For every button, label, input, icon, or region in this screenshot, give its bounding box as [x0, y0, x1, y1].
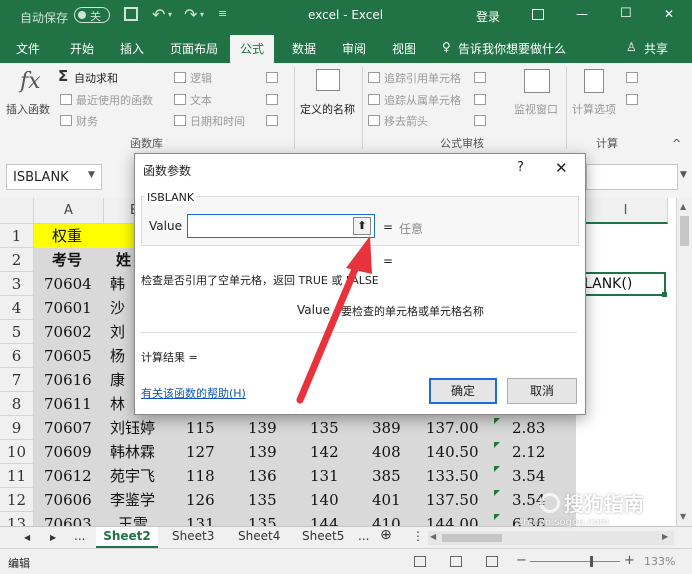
normal-view-icon[interactable]	[414, 556, 426, 567]
zoom-level[interactable]: 133%	[644, 555, 675, 568]
zoom-slider-knob[interactable]	[590, 556, 593, 567]
watermark-url: zhinan.sogou.com	[518, 517, 610, 528]
zoom-slider[interactable]	[530, 561, 620, 562]
sheet-tab-active[interactable]: Sheet2	[96, 527, 158, 548]
tab-splitter-icon[interactable]: ⋮	[412, 529, 424, 543]
sheet-tab[interactable]: Sheet4	[238, 529, 280, 543]
hscroll-right-icon[interactable]: ▶	[662, 532, 668, 541]
zoom-in-icon[interactable]: +	[624, 553, 635, 568]
page-break-view-icon[interactable]	[486, 556, 498, 567]
watermark: 搜狗指南 zhinan.sogou.com	[518, 488, 644, 528]
watermark-text: 搜狗指南	[563, 492, 644, 516]
horizontal-scrollbar[interactable]: ◀ ▶	[428, 531, 674, 545]
sheet-tab-bar: ◀ ▶ ... Sheet2 Sheet3 Sheet4 Sheet5 ... …	[0, 526, 692, 549]
sheet-more-right[interactable]: ...	[358, 529, 369, 543]
hscroll-thumb[interactable]	[442, 534, 502, 542]
status-bar: 编辑 − + 133%	[0, 548, 692, 574]
sheet-next-icon[interactable]: ▶	[50, 533, 56, 542]
sheet-more-left[interactable]: ...	[74, 529, 85, 543]
sheet-tab[interactable]: Sheet5	[302, 529, 344, 543]
hscroll-left-icon[interactable]: ◀	[430, 532, 436, 541]
sheet-tab-active-label: Sheet2	[103, 529, 151, 543]
watermark-logo-icon	[540, 492, 560, 513]
page-layout-view-icon[interactable]	[450, 556, 462, 567]
sheet-tab[interactable]: Sheet3	[172, 529, 214, 543]
add-sheet-icon[interactable]: ⊕	[380, 527, 392, 543]
status-mode: 编辑	[8, 557, 30, 570]
sheet-prev-icon[interactable]: ◀	[24, 533, 30, 542]
zoom-out-icon[interactable]: −	[516, 553, 527, 568]
